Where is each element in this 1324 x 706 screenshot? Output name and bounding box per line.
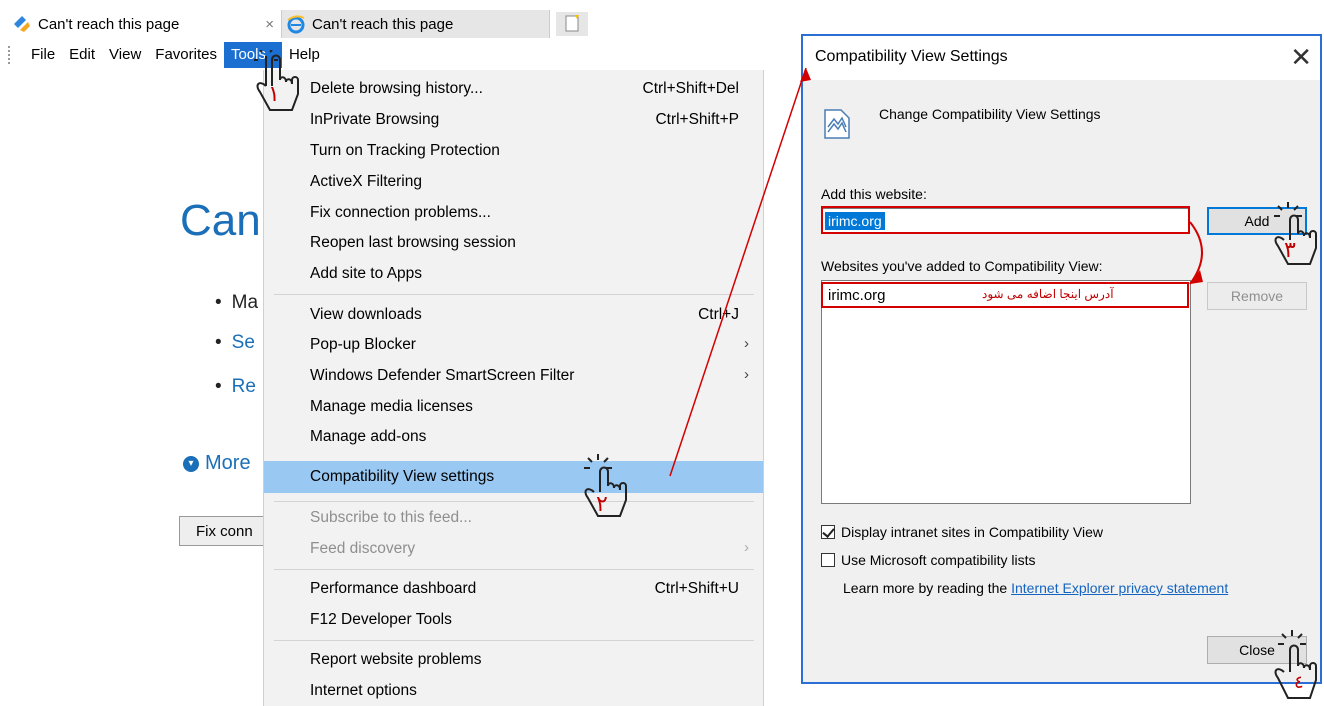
chevron-right-icon: › bbox=[744, 539, 749, 556]
highlight-input-box bbox=[821, 206, 1190, 234]
menu-edit[interactable]: Edit bbox=[62, 42, 102, 68]
compatibility-page-icon bbox=[824, 109, 850, 139]
step-number-1: ١ bbox=[268, 82, 280, 107]
menu-tools[interactable]: Tools bbox=[223, 42, 282, 68]
menu-item-manage-addons[interactable]: Manage add-ons bbox=[264, 422, 763, 452]
menu-item-add-site-apps[interactable]: Add site to Apps bbox=[264, 259, 763, 289]
menu-item-media-licenses[interactable]: Manage media licenses bbox=[264, 392, 763, 422]
menu-item-fix-connection[interactable]: Fix connection problems... bbox=[264, 198, 763, 228]
compatibility-dialog: Compatibility View Settings ✕ Change Com… bbox=[801, 34, 1322, 684]
menu-separator bbox=[274, 501, 754, 502]
menu-help[interactable]: Help bbox=[282, 42, 327, 68]
close-icon[interactable]: ✕ bbox=[1290, 42, 1312, 73]
more-info-link[interactable]: ▾ More bbox=[183, 452, 251, 475]
menu-item-compatibility-view[interactable]: Compatibility View settings bbox=[264, 461, 763, 493]
chevron-right-icon: › bbox=[744, 335, 749, 352]
highlight-list-box bbox=[821, 282, 1189, 308]
step-number-3: ٣ bbox=[1284, 238, 1296, 263]
error-bullet-link[interactable]: • Se bbox=[215, 332, 255, 354]
tab-title: Can't reach this page bbox=[312, 15, 454, 33]
error-heading: Can bbox=[180, 196, 261, 245]
menu-item-performance-dashboard[interactable]: Performance dashboard Ctrl+Shift+U bbox=[264, 574, 763, 604]
browser-logo-icon bbox=[14, 16, 30, 32]
menu-item-view-downloads[interactable]: View downloads Ctrl+J bbox=[264, 300, 763, 330]
add-button[interactable]: Add bbox=[1207, 207, 1307, 235]
ie-logo-icon bbox=[287, 15, 305, 34]
ms-lists-checkbox[interactable]: Use Microsoft compatibility lists bbox=[821, 552, 1036, 568]
new-tab-icon bbox=[565, 15, 579, 32]
privacy-statement-link[interactable]: Internet Explorer privacy statement bbox=[1011, 580, 1228, 596]
menu-item-tracking-protection[interactable]: Turn on Tracking Protection bbox=[264, 136, 763, 166]
dialog-title: Compatibility View Settings bbox=[815, 48, 1008, 65]
menubar: File Edit View Favorites Tools Help bbox=[8, 42, 327, 68]
error-bullet: • Ma bbox=[215, 292, 259, 313]
menu-item-report-problems[interactable]: Report website problems bbox=[264, 645, 763, 675]
menu-item-popup-blocker[interactable]: Pop-up Blocker › bbox=[264, 330, 763, 360]
menu-item-activex-filtering[interactable]: ActiveX Filtering bbox=[264, 167, 763, 197]
checkbox-empty-icon bbox=[821, 553, 835, 567]
dialog-heading: Change Compatibility View Settings bbox=[879, 106, 1101, 122]
intranet-checkbox[interactable]: Display intranet sites in Compatibility … bbox=[821, 524, 1103, 540]
remove-button: Remove bbox=[1207, 282, 1307, 310]
new-tab-button[interactable] bbox=[556, 12, 588, 36]
menu-separator bbox=[274, 569, 754, 570]
menu-file[interactable]: File bbox=[24, 42, 62, 68]
learn-more-text: Learn more by reading the Internet Explo… bbox=[843, 580, 1229, 596]
websites-list-label: Websites you've added to Compatibility V… bbox=[821, 258, 1103, 274]
menu-item-subscribe-feed: Subscribe to this feed... bbox=[310, 509, 472, 526]
fix-connection-button[interactable]: Fix conn bbox=[179, 516, 269, 546]
menu-favorites[interactable]: Favorites bbox=[148, 42, 224, 68]
tab-inactive[interactable]: Can't reach this page bbox=[281, 10, 550, 38]
websites-list[interactable]: irimc.org آدرس اینجا اضافه می شود bbox=[821, 280, 1191, 504]
menu-separator bbox=[274, 294, 754, 295]
close-button[interactable]: Close bbox=[1207, 636, 1307, 664]
menu-item-inprivate[interactable]: InPrivate Browsing Ctrl+Shift+P bbox=[264, 105, 763, 135]
chevron-right-icon: › bbox=[744, 366, 749, 383]
step-number-2: ٢ bbox=[596, 492, 608, 517]
menu-item-smartscreen[interactable]: Windows Defender SmartScreen Filter › bbox=[264, 361, 763, 391]
tab-close-icon[interactable]: × bbox=[265, 16, 274, 33]
menu-item-reopen-session[interactable]: Reopen last browsing session bbox=[264, 228, 763, 258]
dialog-titlebar: Compatibility View Settings ✕ bbox=[803, 36, 1320, 80]
checkbox-checked-icon bbox=[821, 525, 835, 539]
tab-title: Can't reach this page bbox=[38, 15, 180, 33]
menu-item-f12-tools[interactable]: F12 Developer Tools bbox=[264, 605, 763, 635]
menu-separator bbox=[274, 640, 754, 641]
tools-menu: Delete browsing history... Ctrl+Shift+Del… bbox=[263, 70, 764, 706]
error-bullet-link[interactable]: • Re bbox=[215, 376, 256, 398]
menu-item-internet-options[interactable]: Internet options bbox=[264, 676, 763, 706]
tab-active[interactable]: Can't reach this page × bbox=[8, 10, 280, 38]
step-number-4: ٤ bbox=[1294, 672, 1304, 693]
menu-view[interactable]: View bbox=[102, 42, 148, 68]
add-website-label: Add this website: bbox=[821, 186, 927, 202]
menu-item-delete-history[interactable]: Delete browsing history... Ctrl+Shift+Del bbox=[264, 74, 763, 104]
menu-item-feed-discovery: Feed discovery › bbox=[310, 539, 749, 557]
chevron-down-icon: ▾ bbox=[183, 455, 199, 472]
